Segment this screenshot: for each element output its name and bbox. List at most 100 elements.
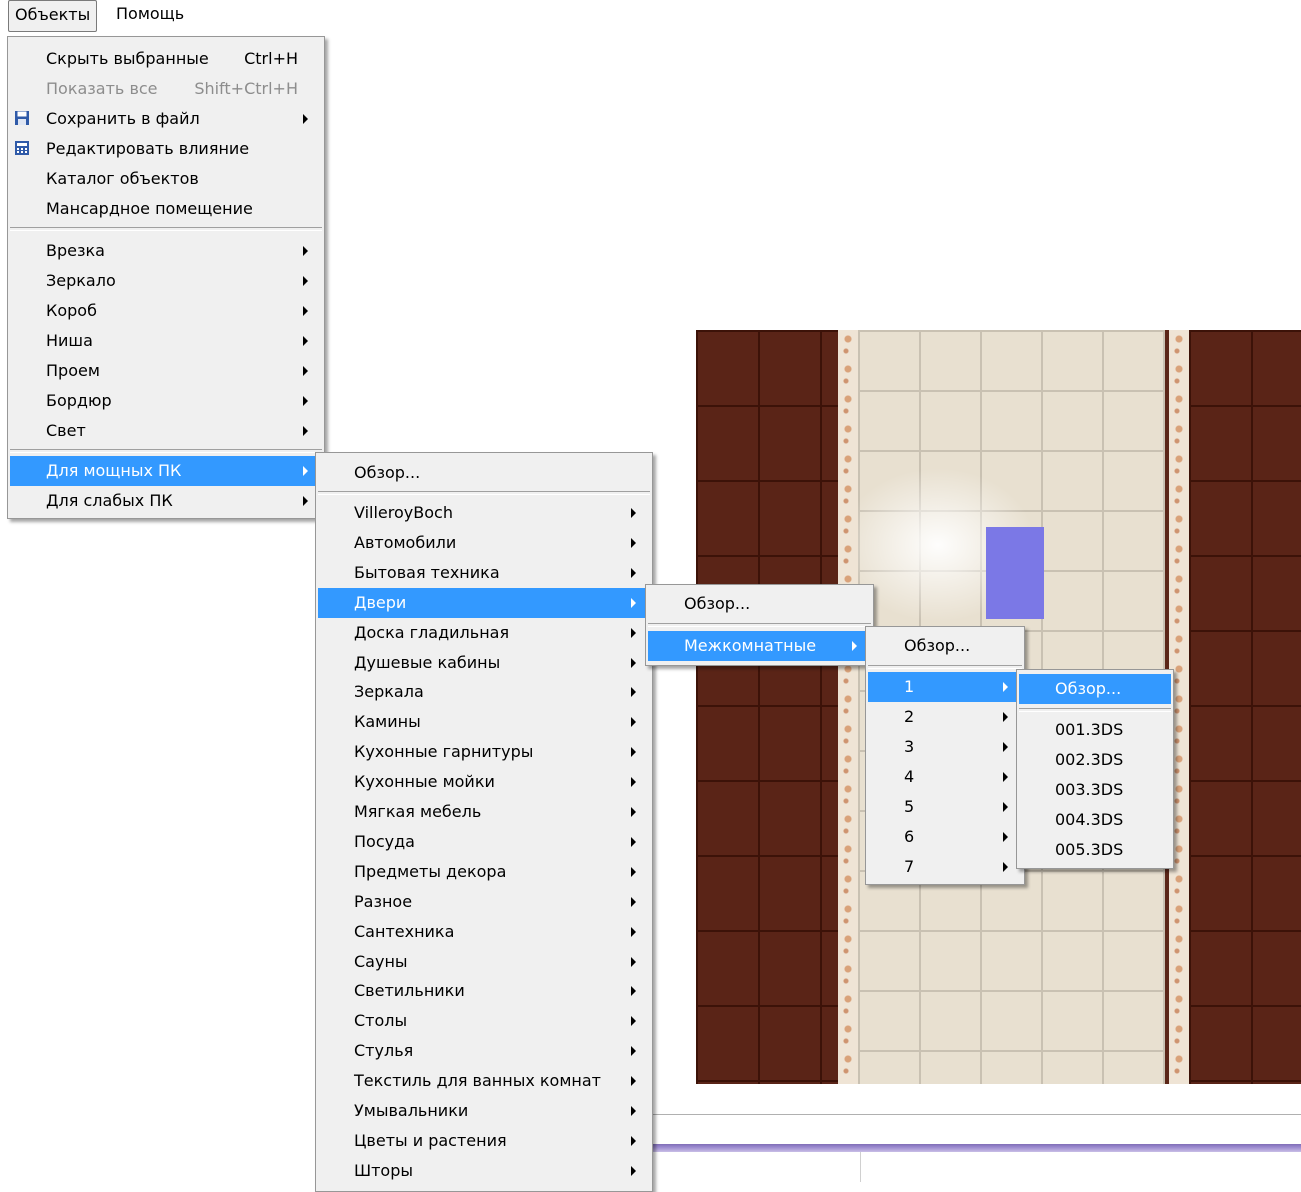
- submenu-arrow-icon: [303, 276, 308, 286]
- menu-item-label: Столы: [354, 1011, 408, 1031]
- catalog-category-item[interactable]: Кухонные гарнитуры: [318, 737, 650, 767]
- interior-door-group-item[interactable]: 1: [868, 672, 1022, 702]
- catalog-category-item[interactable]: Шторы: [318, 1156, 650, 1186]
- model-file-item[interactable]: 003.3DS: [1019, 775, 1171, 805]
- interior-door-group-item[interactable]: 5: [868, 792, 1022, 822]
- submenu-arrow-icon: [1003, 712, 1008, 722]
- menu-item-label: Проем: [46, 361, 100, 380]
- interior-door-group-item[interactable]: 3: [868, 732, 1022, 762]
- catalog-category-item[interactable]: Стулья: [318, 1036, 650, 1066]
- model-file-item[interactable]: 001.3DS: [1019, 715, 1171, 745]
- menu-item-label: Обзор...: [1055, 679, 1122, 698]
- menu-item-insert[interactable]: Врезка: [10, 236, 322, 266]
- menu-item-powerful-pc[interactable]: Для мощных ПК: [10, 456, 322, 486]
- menu-item-border[interactable]: Бордюр: [10, 386, 322, 416]
- submenu-arrow-icon: [852, 641, 857, 651]
- submenu-arrow-icon: [303, 426, 308, 436]
- status-bar-strip: [652, 1144, 1301, 1152]
- menu-item-save-to-file[interactable]: Сохранить в файл: [10, 104, 322, 134]
- menu-item-mansard[interactable]: Мансардное помещение: [10, 194, 322, 224]
- menu-item-label: Свет: [46, 421, 86, 440]
- menu-objects[interactable]: Объекты: [8, 0, 98, 32]
- catalog-category-item[interactable]: Автомобили: [318, 528, 650, 558]
- catalog-category-item[interactable]: Разное: [318, 887, 650, 917]
- menu-item-label: Текстиль для ванных комнат: [354, 1071, 601, 1091]
- menu-item-catalog[interactable]: Каталог объектов: [10, 164, 322, 194]
- catalog-category-item[interactable]: Посуда: [318, 827, 650, 857]
- catalog-category-item[interactable]: Доска гладильная: [318, 618, 650, 648]
- catalog-category-item[interactable]: Двери: [318, 587, 650, 618]
- catalog-category-item[interactable]: Столы: [318, 1006, 650, 1036]
- menu-item-niche[interactable]: Ниша: [10, 326, 322, 356]
- menu-item-light[interactable]: Свет: [10, 416, 322, 446]
- model-file-item[interactable]: 004.3DS: [1019, 805, 1171, 835]
- catalog-category-item[interactable]: Светильники: [318, 976, 650, 1006]
- submenu-arrow-icon: [303, 336, 308, 346]
- menu-item-label: Обзор...: [684, 594, 751, 613]
- menu-item-browse[interactable]: Обзор...: [648, 589, 871, 619]
- catalog-category-item[interactable]: Камины: [318, 707, 650, 737]
- catalog-category-item[interactable]: Кухонные мойки: [318, 767, 650, 797]
- menu-item-label: Умывальники: [354, 1101, 469, 1120]
- menu-item-opening[interactable]: Проем: [10, 356, 322, 386]
- catalog-category-item[interactable]: Бытовая техника: [318, 558, 650, 588]
- divider-vertical: [860, 1152, 861, 1182]
- menu-item-label: Кухонные гарнитуры: [354, 742, 534, 762]
- brown-tile-left: [696, 330, 838, 1084]
- interior-door-group-item[interactable]: 2: [868, 702, 1022, 732]
- submenu-arrow-icon: [631, 1016, 636, 1027]
- catalog-category-item[interactable]: Зеркала: [318, 677, 650, 707]
- catalog-category-item[interactable]: Сантехника: [318, 917, 650, 947]
- submenu-arrow-icon: [1003, 682, 1008, 692]
- menu-item-label: 2: [904, 707, 915, 726]
- catalog-category-item[interactable]: Душевые кабины: [318, 648, 650, 678]
- shortcut-label: Ctrl+H: [244, 49, 298, 68]
- menu-separator: [648, 623, 871, 627]
- menu-item-mirror[interactable]: Зеркало: [10, 266, 322, 296]
- menu-item-hide-selected[interactable]: Скрыть выбранные Ctrl+H: [10, 44, 322, 74]
- menu-separator: [10, 449, 322, 453]
- submenu-arrow-icon: [631, 747, 636, 758]
- menu-item-edit-influence[interactable]: Редактировать влияние: [10, 134, 322, 164]
- menu-help[interactable]: Помощь: [110, 0, 190, 30]
- catalog-category-item[interactable]: Умывальники: [318, 1096, 650, 1126]
- menu-item-label: Светильники: [354, 981, 465, 1001]
- catalog-category-item[interactable]: Текстиль для ванных комнат: [318, 1066, 650, 1096]
- catalog-category-item[interactable]: Цветы и растения: [318, 1126, 650, 1156]
- catalog-category-item[interactable]: VilleroyBoch: [318, 498, 650, 528]
- interior-door-group-item[interactable]: 4: [868, 762, 1022, 792]
- catalog-category-item[interactable]: Предметы декора: [318, 857, 650, 887]
- model-file-item[interactable]: 002.3DS: [1019, 745, 1171, 775]
- menu-item-browse[interactable]: Обзор...: [318, 458, 650, 488]
- brown-tile-right: [1189, 330, 1301, 1084]
- menu-item-label: Показать все: [46, 79, 158, 98]
- submenu-arrow-icon: [1003, 802, 1008, 812]
- submenu-arrow-icon: [631, 508, 636, 518]
- submenu-arrow-icon: [303, 496, 308, 506]
- menu-item-label: Короб: [46, 301, 97, 320]
- catalog-category-item[interactable]: Сауны: [318, 947, 650, 977]
- menu-item-box[interactable]: Короб: [10, 296, 322, 326]
- menu-item-browse[interactable]: Обзор...: [868, 631, 1022, 661]
- submenu-arrow-icon: [631, 657, 636, 668]
- model-file-item[interactable]: 005.3DS: [1019, 835, 1171, 865]
- menu-item-interior[interactable]: Межкомнатные: [648, 631, 871, 661]
- menu-item-browse[interactable]: Обзор...: [1019, 674, 1171, 704]
- menu-separator: [10, 227, 322, 231]
- shortcut-label: Shift+Ctrl+H: [194, 79, 298, 98]
- catalog-category-item[interactable]: Мягкая мебель: [318, 797, 650, 827]
- interior-door-group-item[interactable]: 6: [868, 822, 1022, 852]
- submenu-arrow-icon: [631, 717, 636, 728]
- menu-item-label: Обзор...: [904, 636, 971, 655]
- interior-door-group-item[interactable]: 7: [868, 852, 1022, 882]
- menu-item-show-all[interactable]: Показать все Shift+Ctrl+H: [10, 74, 322, 104]
- menu-item-label: Доска гладильная: [354, 622, 510, 642]
- menu-separator: [868, 665, 1022, 669]
- menu-item-label: Бордюр: [46, 391, 112, 410]
- selected-object[interactable]: [986, 527, 1044, 619]
- menu-item-label: Сохранить в файл: [46, 109, 200, 128]
- submenu-arrow-icon: [631, 627, 636, 638]
- menu-item-weak-pc[interactable]: Для слабых ПК: [10, 486, 322, 516]
- menu-item-label: 003.3DS: [1055, 780, 1124, 799]
- menu-item-label: Мансардное помещение: [46, 199, 253, 218]
